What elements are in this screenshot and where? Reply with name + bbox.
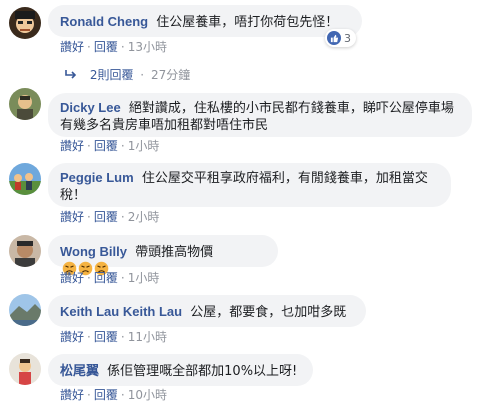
comment-bubble: Peggie Lum 住公屋交平租享政府福利，有閒錢養車，加租當交稅！	[48, 163, 451, 207]
comment-actions: 讚好 · 回覆 · 10小時	[60, 388, 167, 402]
comment-bubble: Ronald Cheng 住公屋養車，唔打你荷包先怪！	[48, 5, 362, 37]
comment-author[interactable]: Ronald Cheng	[60, 14, 148, 29]
comment-text: 住公屋養車，唔打你荷包先怪！	[156, 15, 339, 30]
reply-button[interactable]: 回覆	[94, 139, 118, 153]
like-button[interactable]: 讚好	[60, 330, 84, 344]
reply-button[interactable]: 回覆	[94, 330, 118, 344]
comment-text: 帶頭推高物價	[135, 245, 214, 260]
reply-button[interactable]: 回覆	[94, 388, 118, 402]
like-button[interactable]: 讚好	[60, 388, 84, 402]
replies-count[interactable]: 2則回覆	[90, 68, 134, 82]
comment-author[interactable]: Wong Billy	[60, 244, 127, 259]
comment-author[interactable]: 松尾翼	[60, 363, 99, 378]
comment-author[interactable]: Dicky Lee	[60, 100, 121, 115]
comment-timestamp[interactable]: 2小時	[128, 210, 160, 224]
reply-button[interactable]: 回覆	[94, 271, 118, 285]
comment-timestamp[interactable]: 1小時	[128, 139, 160, 153]
comment-bubble: Dicky Lee 絕對讚成，住私樓的小市民都冇錢養車，睇吓公屋停車場有幾多名貴…	[48, 93, 472, 137]
comment-actions: 讚好 · 回覆 · 1小時	[60, 271, 160, 285]
comment-actions: 讚好 · 回覆 · 2小時	[60, 210, 160, 224]
comment-actions: 讚好 · 回覆 · 1小時	[60, 139, 160, 153]
replies-time: 27分鐘	[150, 68, 191, 82]
avatar[interactable]	[9, 7, 41, 39]
comment-bubble: Wong Billy 帶頭推高物價	[48, 235, 278, 276]
comment-author[interactable]: Peggie Lum	[60, 170, 134, 185]
avatar[interactable]	[9, 294, 41, 326]
reaction-count: 3	[344, 31, 351, 45]
comment-actions: 讚好 · 回覆 · 13小時	[60, 40, 167, 54]
reply-button[interactable]: 回覆	[94, 210, 118, 224]
comment-timestamp[interactable]: 10小時	[128, 388, 167, 402]
comment-timestamp[interactable]: 1小時	[128, 271, 160, 285]
comment-actions: 讚好 · 回覆 · 11小時	[60, 330, 167, 344]
comment-timestamp[interactable]: 13小時	[128, 40, 167, 54]
comment-bubble: 松尾翼 係佢管理嘅全部都加10%以上呀!	[48, 354, 313, 386]
view-replies-link[interactable]: 2則回覆 · 27分鐘	[64, 66, 190, 84]
like-button[interactable]: 讚好	[60, 210, 84, 224]
avatar[interactable]	[9, 88, 41, 120]
comment-text: 公屋，都要食，乜加咁多既	[190, 305, 347, 320]
reply-arrow-icon	[64, 69, 78, 84]
comment-bubble: Keith Lau Keith Lau 公屋，都要食，乜加咁多既	[48, 295, 366, 327]
like-button[interactable]: 讚好	[60, 139, 84, 153]
like-icon	[327, 31, 341, 45]
avatar[interactable]	[9, 163, 41, 195]
avatar[interactable]	[9, 235, 41, 267]
reaction-count-badge[interactable]: 3	[325, 29, 356, 47]
avatar[interactable]	[9, 353, 41, 385]
like-button[interactable]: 讚好	[60, 271, 84, 285]
reply-button[interactable]: 回覆	[94, 40, 118, 54]
comment-text: 係佢管理嘅全部都加10%以上呀!	[107, 364, 298, 379]
comment-author[interactable]: Keith Lau Keith Lau	[60, 304, 182, 319]
like-button[interactable]: 讚好	[60, 40, 84, 54]
comment-timestamp[interactable]: 11小時	[128, 330, 167, 344]
